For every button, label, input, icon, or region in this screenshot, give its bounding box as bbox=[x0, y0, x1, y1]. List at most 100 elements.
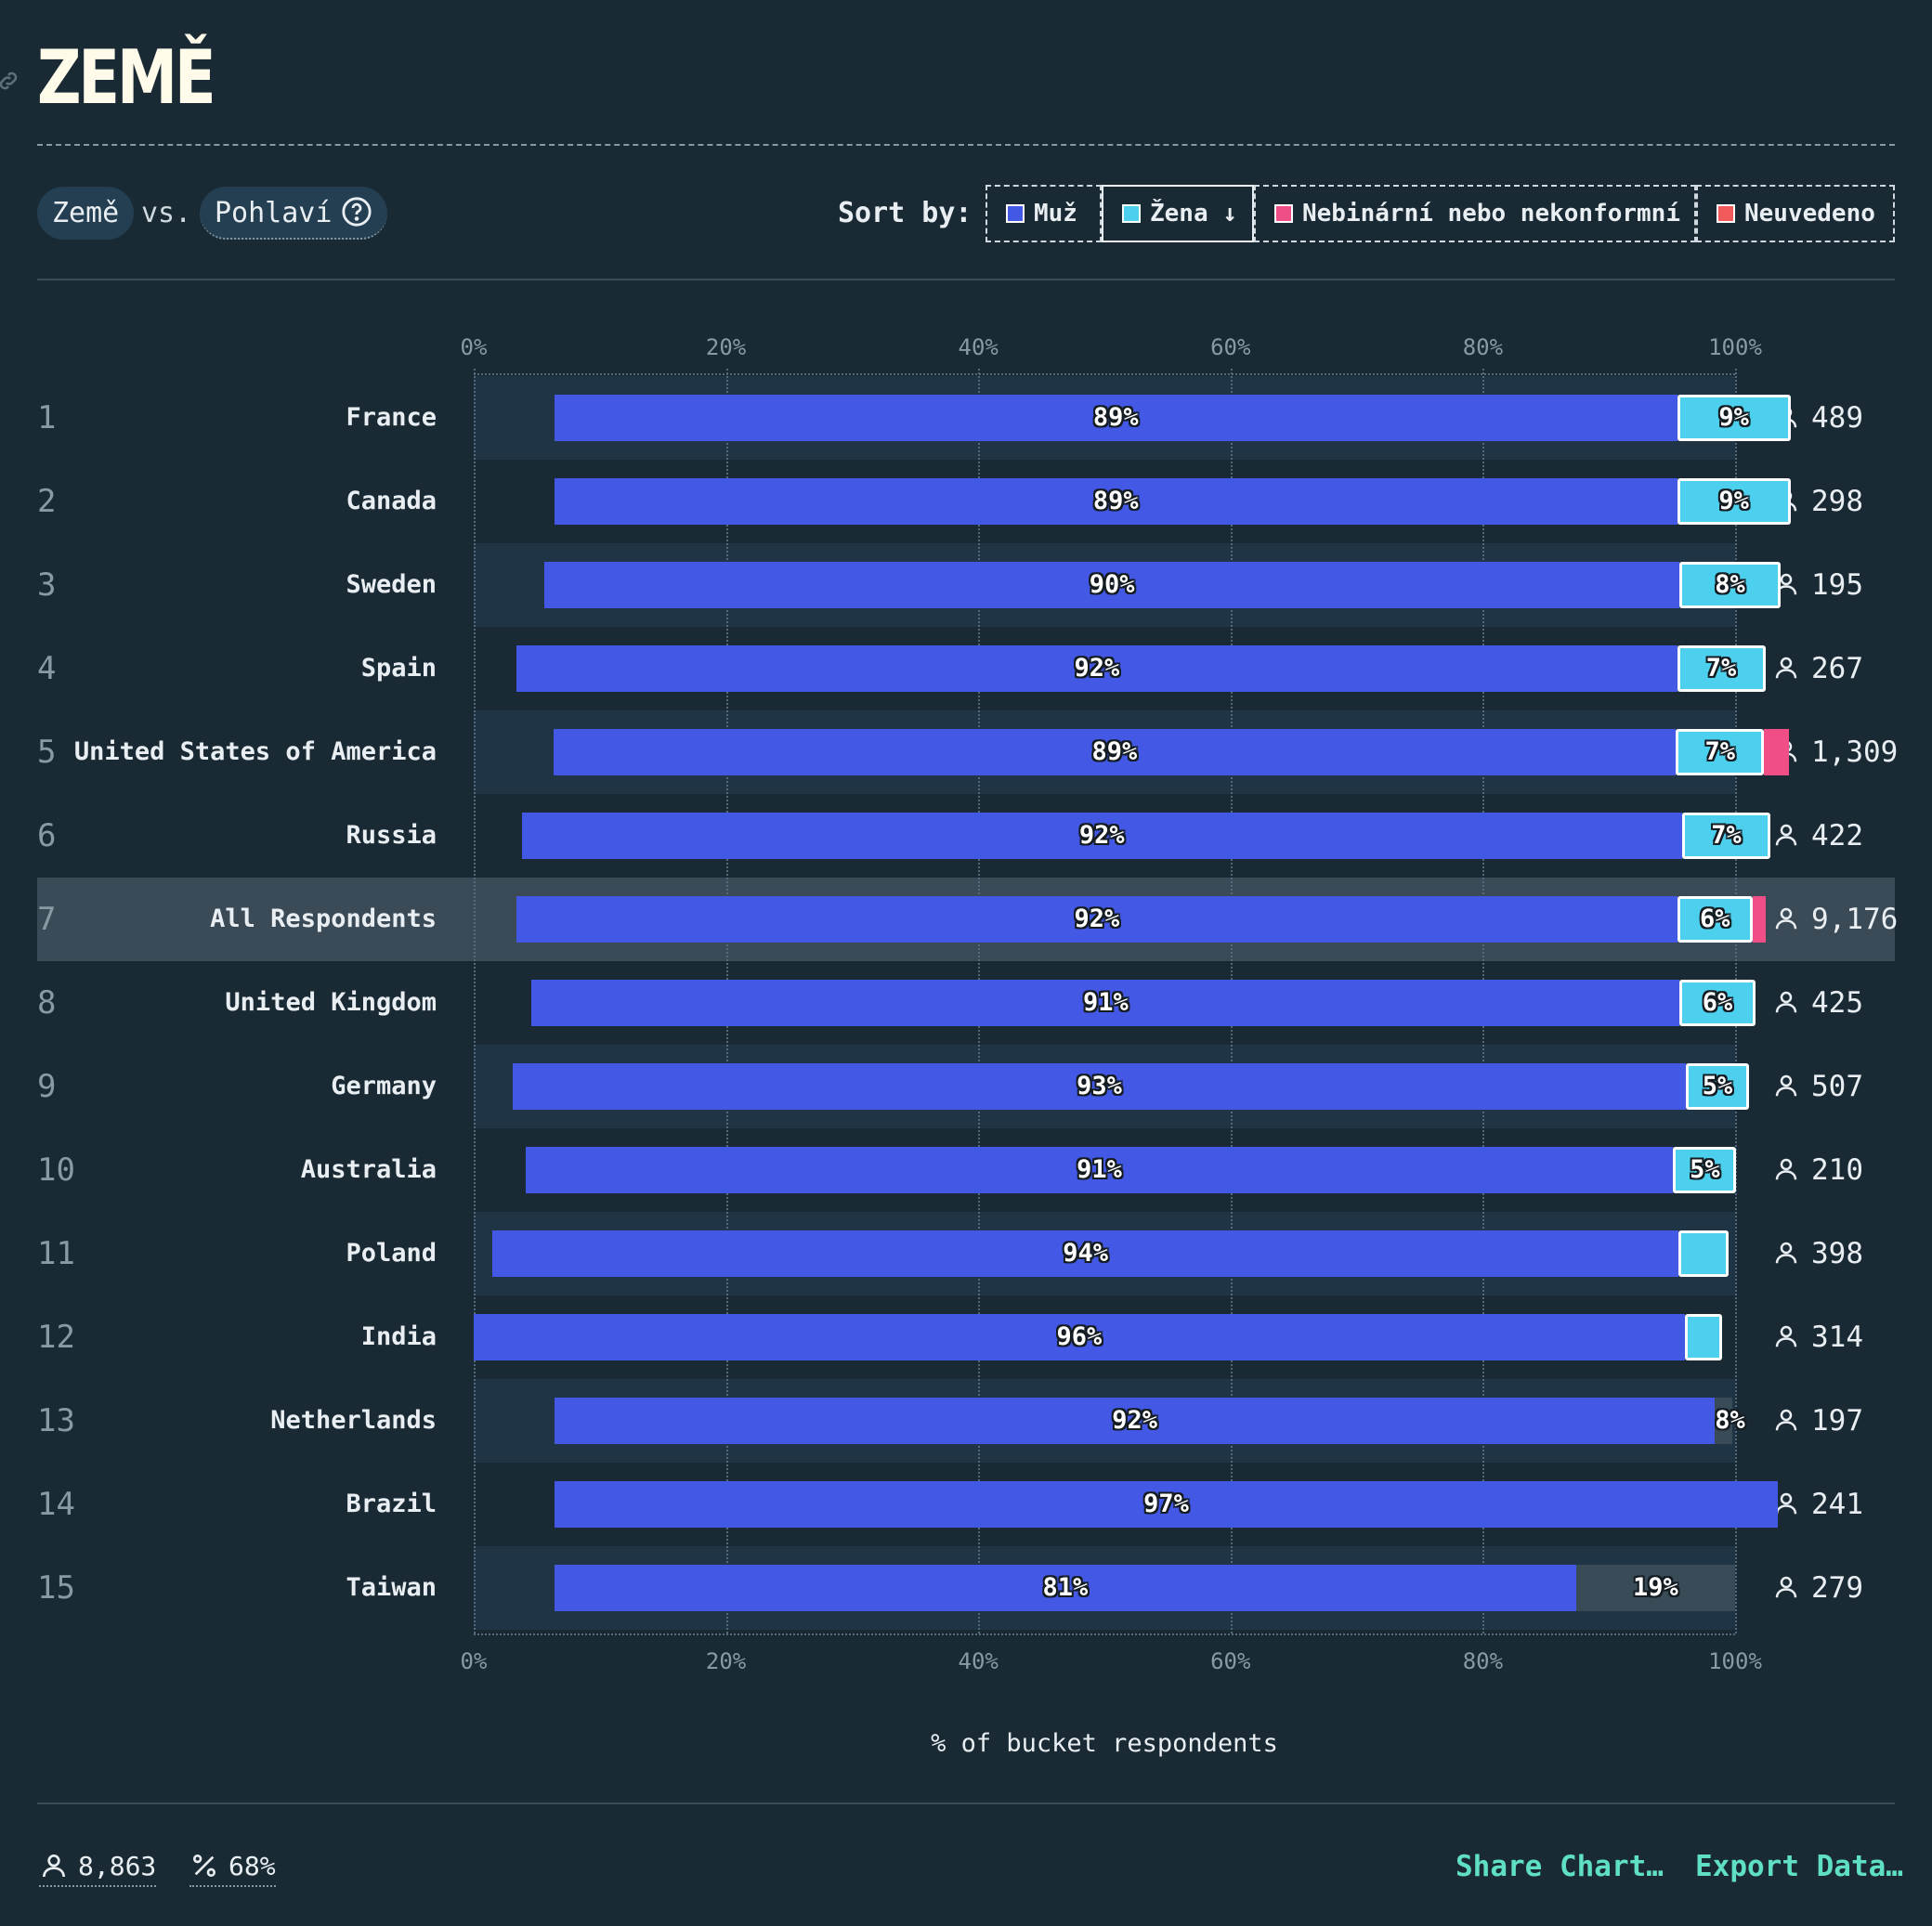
x-tick-bottom: 0% bbox=[460, 1648, 488, 1674]
bar-nonbinary[interactable] bbox=[1764, 729, 1790, 775]
row-country: All Respondents bbox=[210, 904, 437, 933]
row-count-value: 9,176 bbox=[1811, 903, 1899, 936]
bar-muz-label: 90% bbox=[1089, 570, 1135, 599]
x-axis-title: % of bucket respondents bbox=[931, 1729, 1278, 1758]
person-icon bbox=[1775, 1576, 1797, 1598]
footer-divider bbox=[37, 1802, 1895, 1804]
row-count-value: 279 bbox=[1811, 1571, 1863, 1605]
row-count: 422 bbox=[1772, 794, 1863, 878]
page-title: ZEMĚ bbox=[37, 34, 216, 121]
link-icon[interactable] bbox=[0, 69, 20, 93]
bar-zena[interactable] bbox=[1684, 1314, 1723, 1360]
vs-label: vs. bbox=[141, 197, 192, 229]
person-icon bbox=[1775, 991, 1797, 1013]
respondents-stat[interactable]: 8,863 bbox=[39, 1848, 157, 1887]
bar-remainder-label: 19% bbox=[1633, 1573, 1678, 1602]
row-country: Taiwan bbox=[346, 1573, 437, 1602]
row-country: Netherlands bbox=[270, 1406, 437, 1435]
row-count-value: 195 bbox=[1811, 568, 1863, 602]
row-rank: 11 bbox=[37, 1235, 75, 1272]
row-rank: 1 bbox=[37, 399, 57, 436]
x-tick-bottom: 60% bbox=[1210, 1648, 1251, 1674]
x-tick-bottom: 100% bbox=[1708, 1648, 1762, 1674]
row-count-value: 422 bbox=[1811, 819, 1863, 852]
row-rank: 3 bbox=[37, 566, 57, 604]
row-rank: 14 bbox=[37, 1486, 75, 1523]
x-tick-bottom: 40% bbox=[958, 1648, 999, 1674]
bar-muz-label: 89% bbox=[1091, 737, 1138, 766]
person-icon bbox=[1775, 1074, 1797, 1097]
row-count: 197 bbox=[1772, 1379, 1863, 1463]
bar-muz-label: 92% bbox=[1074, 904, 1120, 933]
row-country: United States of America bbox=[73, 737, 437, 766]
x-tick-top: 100% bbox=[1708, 334, 1762, 360]
row-count: 241 bbox=[1772, 1463, 1863, 1546]
help-icon[interactable] bbox=[341, 196, 372, 228]
x-tick-bottom: 80% bbox=[1462, 1648, 1504, 1674]
bottom-axis-line bbox=[474, 1633, 1735, 1635]
row-country: France bbox=[346, 403, 437, 432]
row-count: 279 bbox=[1772, 1546, 1863, 1630]
row-count-value: 398 bbox=[1811, 1237, 1863, 1270]
bar-zena-label: 7% bbox=[1711, 821, 1742, 850]
bar-muz-label: 92% bbox=[1078, 821, 1125, 850]
dimension-pill[interactable]: Země bbox=[37, 187, 135, 240]
row-count: 314 bbox=[1772, 1295, 1863, 1379]
bar-muz-label: 94% bbox=[1063, 1239, 1108, 1268]
export-data-button[interactable]: Export Data… bbox=[1695, 1846, 1903, 1887]
bar-zena-label: 8% bbox=[1715, 570, 1745, 599]
bar-muz-label: 81% bbox=[1042, 1573, 1089, 1602]
row-rank: 4 bbox=[37, 650, 57, 687]
row-country: Canada bbox=[346, 487, 437, 515]
row-count-value: 267 bbox=[1811, 652, 1863, 685]
bar-muz-label: 92% bbox=[1112, 1406, 1157, 1435]
person-icon bbox=[1775, 1158, 1797, 1180]
bar-zena-label: 5% bbox=[1690, 1155, 1720, 1184]
row-count-value: 314 bbox=[1811, 1321, 1863, 1354]
row-count-value: 298 bbox=[1811, 485, 1863, 518]
bar-muz-label: 91% bbox=[1077, 1155, 1122, 1184]
percent-stat[interactable]: 68% bbox=[189, 1848, 276, 1887]
muz-swatch bbox=[1006, 204, 1025, 223]
neuvedeno-swatch bbox=[1717, 204, 1735, 223]
bar-zena-label: 7% bbox=[1705, 654, 1737, 683]
bar-muz-label: 96% bbox=[1056, 1322, 1103, 1351]
row-rank: 7 bbox=[37, 901, 57, 938]
bar-zena-label: 6% bbox=[1700, 904, 1730, 933]
sort-nonbinary-label: Nebinární nebo nekonformní bbox=[1302, 200, 1680, 228]
compare-pill[interactable]: Pohlaví bbox=[200, 187, 388, 240]
row-count-value: 197 bbox=[1811, 1404, 1863, 1438]
row-count: 507 bbox=[1772, 1045, 1863, 1128]
percent-icon bbox=[193, 1854, 215, 1877]
person-icon bbox=[1775, 1325, 1797, 1347]
row-rank: 8 bbox=[37, 984, 57, 1022]
zena-swatch bbox=[1122, 204, 1141, 223]
percent-value: 68% bbox=[228, 1851, 276, 1881]
bar-muz-label: 93% bbox=[1077, 1072, 1122, 1100]
bar-nonbinary[interactable] bbox=[1753, 896, 1766, 943]
x-tick-top: 40% bbox=[958, 334, 999, 360]
sort-muz-label: Muž bbox=[1034, 200, 1077, 228]
row-country: Poland bbox=[346, 1239, 437, 1268]
row-country: Spain bbox=[360, 654, 437, 683]
bar-zena[interactable] bbox=[1677, 1230, 1730, 1277]
row-count-value: 1,309 bbox=[1811, 735, 1899, 769]
person-icon bbox=[1775, 824, 1797, 846]
bar-muz-label: 97% bbox=[1143, 1490, 1189, 1518]
row-rank: 13 bbox=[37, 1402, 75, 1439]
row-country: Brazil bbox=[346, 1490, 437, 1518]
share-chart-button[interactable]: Share Chart… bbox=[1456, 1846, 1664, 1887]
bar-zena-label: 9% bbox=[1718, 403, 1749, 432]
nonbinary-swatch bbox=[1274, 204, 1293, 223]
row-count: 398 bbox=[1772, 1212, 1863, 1295]
row-country: India bbox=[360, 1322, 437, 1351]
row-country: Germany bbox=[331, 1072, 437, 1100]
controls-divider bbox=[37, 279, 1895, 280]
row-count: 1,309 bbox=[1772, 710, 1898, 794]
sort-nonbinary-button[interactable]: Nebinární nebo nekonformní bbox=[1254, 185, 1696, 242]
respondents-value: 8,863 bbox=[78, 1851, 157, 1881]
sort-neuvedeno-button[interactable]: Neuvedeno bbox=[1696, 185, 1895, 242]
person-icon bbox=[1775, 1242, 1797, 1264]
sort-muz-button[interactable]: Muž bbox=[986, 185, 1102, 242]
sort-zena-button[interactable]: Žena ↓ bbox=[1102, 185, 1254, 242]
